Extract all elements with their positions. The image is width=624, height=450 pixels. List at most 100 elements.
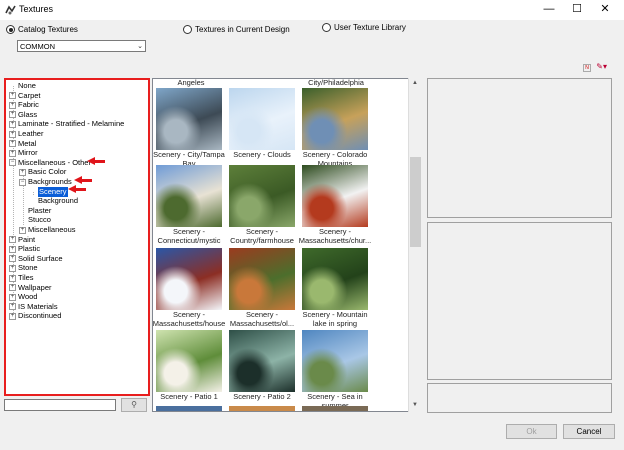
radio-button[interactable] [6, 25, 15, 34]
tree-item[interactable]: Stucco [28, 215, 51, 225]
chevron-down-icon[interactable]: ⌄ [137, 42, 143, 50]
texture-caption: Scenery - Connecticut/mystic [157, 227, 221, 245]
texture-thumbnail[interactable] [156, 406, 222, 411]
texture-caption: Scenery - Mountain lake in spring [302, 310, 368, 328]
texture-thumbnail[interactable] [156, 88, 222, 150]
tree-item[interactable]: Laminate - Stratified - Melamine [18, 119, 124, 129]
texture-caption: Scenery - Country/farmhouse [230, 227, 294, 245]
expand-icon[interactable]: + [9, 130, 16, 138]
tree-item[interactable]: Stone [18, 263, 38, 273]
texture-caption: Scenery - Massachusetts/ol... [229, 310, 295, 328]
expand-icon[interactable]: + [19, 168, 26, 176]
tree-item[interactable]: Paint [18, 235, 35, 245]
close-icon[interactable]: ✕ [591, 0, 619, 20]
tree-item[interactable]: Solid Surface [18, 254, 63, 264]
tree-item[interactable]: Glass [18, 110, 37, 120]
texture-thumbnail[interactable] [156, 248, 222, 310]
texture-caption: Scenery - Patio 2 [233, 392, 291, 401]
tree-item[interactable]: Mirror [18, 148, 38, 158]
window-title: Textures [19, 4, 54, 14]
app-icon [5, 5, 16, 15]
scrollbar-thumb[interactable] [410, 157, 421, 247]
texture-thumbnail[interactable] [302, 248, 368, 310]
tree-item[interactable]: Miscellaneous - Other [18, 158, 91, 168]
expand-icon[interactable]: + [9, 111, 16, 119]
texture-caption: Scenery - Clouds [233, 150, 291, 159]
texture-caption: Scenery - Massachusetts/house [152, 310, 226, 328]
collapse-icon[interactable]: − [19, 178, 26, 186]
cancel-button[interactable]: Cancel [563, 424, 615, 439]
texture-info-pane [427, 383, 612, 413]
texture-thumbnail[interactable] [229, 165, 295, 227]
tree-item[interactable]: Plastic [18, 244, 40, 254]
radio-label: User Texture Library [334, 23, 406, 32]
search-input[interactable] [4, 399, 116, 411]
tree-item[interactable]: None [18, 81, 36, 91]
texture-thumbnail[interactable] [302, 406, 368, 411]
tree-item[interactable]: Discontinued [18, 311, 61, 321]
tree-item[interactable]: Wallpaper [18, 283, 52, 293]
texture-thumbnail[interactable] [156, 330, 222, 392]
texture-details-pane [427, 222, 612, 380]
texture-thumbnail[interactable] [302, 88, 368, 150]
expand-icon[interactable]: + [9, 303, 16, 311]
radio-label: Catalog Textures [18, 25, 78, 34]
tree-item[interactable]: IS Materials [18, 302, 58, 312]
texture-gallery[interactable]: Angeles City/Philadelphia Scenery - City… [152, 78, 423, 412]
expand-icon[interactable]: + [9, 236, 16, 244]
texture-thumbnail[interactable] [229, 330, 295, 392]
tree-item[interactable]: Background [38, 196, 78, 206]
texture-thumbnail[interactable] [229, 248, 295, 310]
expand-icon[interactable]: + [9, 293, 16, 301]
expand-icon[interactable]: + [9, 92, 16, 100]
scroll-up-icon[interactable]: ▲ [412, 80, 418, 86]
minimize-icon[interactable]: — [535, 0, 563, 20]
catalog-select-value: COMMON [20, 42, 55, 51]
texture-thumbnail[interactable] [229, 406, 295, 411]
expand-icon[interactable]: + [9, 245, 16, 253]
texture-thumbnail[interactable] [229, 88, 295, 150]
tree-item[interactable]: Metal [18, 139, 36, 149]
expand-icon[interactable]: + [9, 140, 16, 148]
tree-item[interactable]: Miscellaneous [28, 225, 76, 235]
gallery-top-caption: City/Philadelphia [308, 78, 364, 87]
expand-icon[interactable]: + [9, 101, 16, 109]
ok-button[interactable]: Ok [506, 424, 557, 439]
expand-icon[interactable]: + [9, 274, 16, 282]
radio-button[interactable] [183, 25, 192, 34]
expand-icon[interactable]: + [19, 226, 26, 234]
expand-icon[interactable]: + [9, 312, 16, 320]
tree-item[interactable]: Leather [18, 129, 43, 139]
gallery-top-caption: Angeles [177, 78, 205, 87]
search-button[interactable]: ⚲ [121, 398, 147, 412]
tree-item[interactable]: Carpet [18, 91, 41, 101]
tree-item[interactable]: Plaster [28, 206, 51, 216]
expand-icon[interactable]: + [9, 149, 16, 157]
scroll-down-icon[interactable]: ▼ [412, 402, 418, 408]
expand-icon[interactable]: + [9, 120, 16, 128]
texture-preview-pane [427, 78, 612, 218]
tree-item[interactable]: Fabric [18, 100, 39, 110]
paint-icon[interactable]: ✎▾ [596, 62, 607, 71]
tree-item[interactable]: Tiles [18, 273, 34, 283]
search-icon: ⚲ [131, 400, 137, 409]
collapse-icon[interactable]: − [9, 159, 16, 167]
texture-thumbnail[interactable] [302, 165, 368, 227]
texture-caption: Scenery - Massachusetts/chur... [298, 227, 372, 245]
texture-thumbnail[interactable] [156, 165, 222, 227]
tree-item[interactable]: Basic Color [28, 167, 66, 177]
expand-icon[interactable]: + [9, 255, 16, 263]
tree-item[interactable]: Scenery [38, 186, 68, 197]
expand-icon[interactable]: + [9, 284, 16, 292]
tree-item[interactable]: Wood [18, 292, 37, 302]
radio-button[interactable] [322, 23, 331, 32]
tree-item[interactable]: Backgrounds [28, 177, 72, 187]
category-tree[interactable]: None + Carpet + Fabric + Glass + Laminate - Stra… [4, 78, 150, 396]
texture-thumbnail[interactable] [302, 330, 368, 392]
select-all-icon[interactable]: N [583, 64, 591, 72]
preview-toolbar: N ✎▾ [583, 62, 607, 72]
catalog-select[interactable]: COMMON ⌄ [17, 40, 146, 52]
expand-icon[interactable]: + [9, 264, 16, 272]
title-bar: Textures — ☐ ✕ [0, 0, 624, 20]
maximize-icon[interactable]: ☐ [563, 0, 591, 20]
